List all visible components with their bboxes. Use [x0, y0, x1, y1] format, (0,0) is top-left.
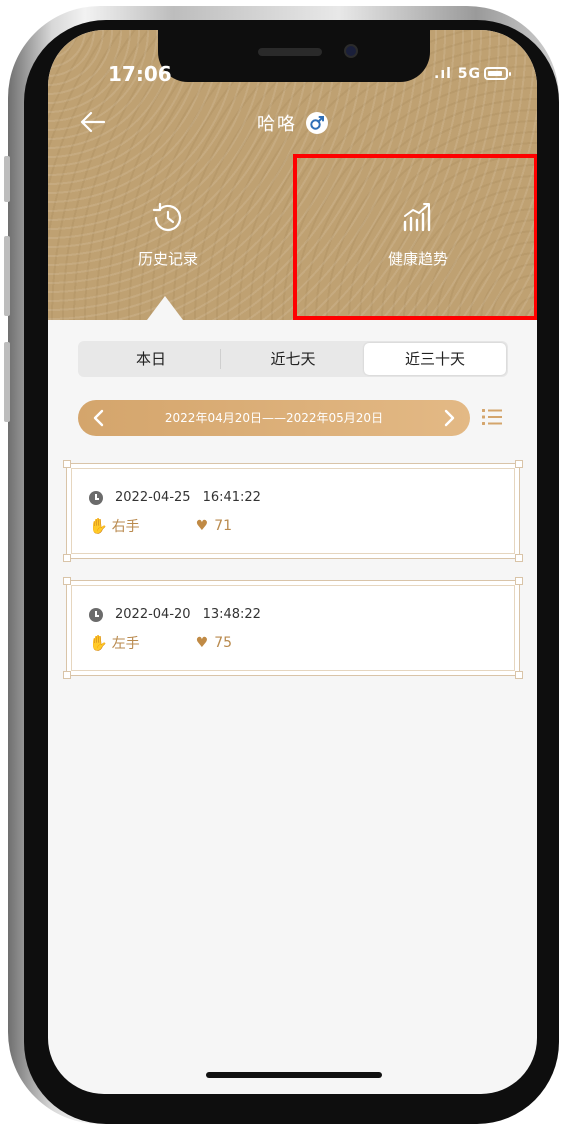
status-time: 17:06 [108, 62, 172, 86]
segment-7-days[interactable]: 近七天 [222, 343, 364, 375]
record-heart-rate: 71 [214, 518, 233, 534]
tab-history[interactable]: 历史记录 [108, 200, 228, 290]
active-tab-indicator [147, 296, 183, 320]
page-title-wrap: 哈咯 [48, 110, 537, 136]
page-title: 哈咯 [256, 114, 297, 135]
record-datetime: 2022-04-20 13:48:22 [89, 607, 261, 622]
chevron-left-icon[interactable] [88, 407, 110, 429]
record-heart-rate: 75 [214, 635, 233, 651]
record-details: ✋ 右手 ♥ 71 [89, 516, 232, 536]
mute-switch [4, 156, 10, 202]
heart-icon: ♥ [195, 635, 209, 651]
record-card[interactable]: 2022-04-20 13:48:22 ✋ 左手 ♥ 75 [63, 577, 523, 679]
record-date: 2022-04-25 [115, 490, 191, 505]
volume-up-button [4, 236, 10, 316]
volume-down-button [4, 342, 10, 422]
clock-icon [89, 490, 103, 505]
battery-icon [484, 67, 511, 80]
front-camera [344, 44, 358, 58]
date-range-bar: 2022年04月20日——2022年05月20日 [78, 400, 470, 436]
period-segmented-control: 本日 近七天 近三十天 [78, 341, 508, 377]
speaker [258, 48, 322, 56]
clock-icon [89, 607, 103, 622]
record-date: 2022-04-20 [115, 607, 191, 622]
record-hand: 左手 [111, 636, 140, 652]
record-datetime: 2022-04-25 16:41:22 [89, 490, 261, 505]
hand-icon: ✋ [89, 517, 108, 535]
male-icon [306, 112, 329, 134]
record-time: 13:48:22 [202, 607, 261, 622]
segment-30-days[interactable]: 近三十天 [364, 343, 506, 375]
tab-history-label: 历史记录 [137, 250, 198, 268]
home-indicator[interactable] [206, 1072, 382, 1078]
record-details: ✋ 左手 ♥ 75 [89, 633, 232, 653]
chevron-right-icon[interactable] [438, 407, 460, 429]
record-time: 16:41:22 [202, 490, 261, 505]
date-range-text: 2022年04月20日——2022年05月20日 [164, 411, 384, 425]
segment-today[interactable]: 本日 [80, 343, 222, 375]
segment-divider [220, 349, 221, 369]
hand-icon: ✋ [89, 634, 108, 652]
heart-icon: ♥ [195, 518, 209, 534]
network-indicator: .ıl 5G [434, 66, 482, 82]
list-icon[interactable] [480, 406, 504, 428]
history-icon [149, 202, 187, 240]
app-screen: 17:06 .ıl 5G 哈咯 历史记录 健康趋势 本日 近七天 近三十天 20… [48, 30, 537, 1094]
notch [158, 30, 430, 82]
record-hand: 右手 [111, 519, 140, 535]
highlight-box [293, 154, 537, 320]
record-card[interactable]: 2022-04-25 16:41:22 ✋ 右手 ♥ 71 [63, 460, 523, 562]
network-label: 5G [457, 66, 482, 82]
